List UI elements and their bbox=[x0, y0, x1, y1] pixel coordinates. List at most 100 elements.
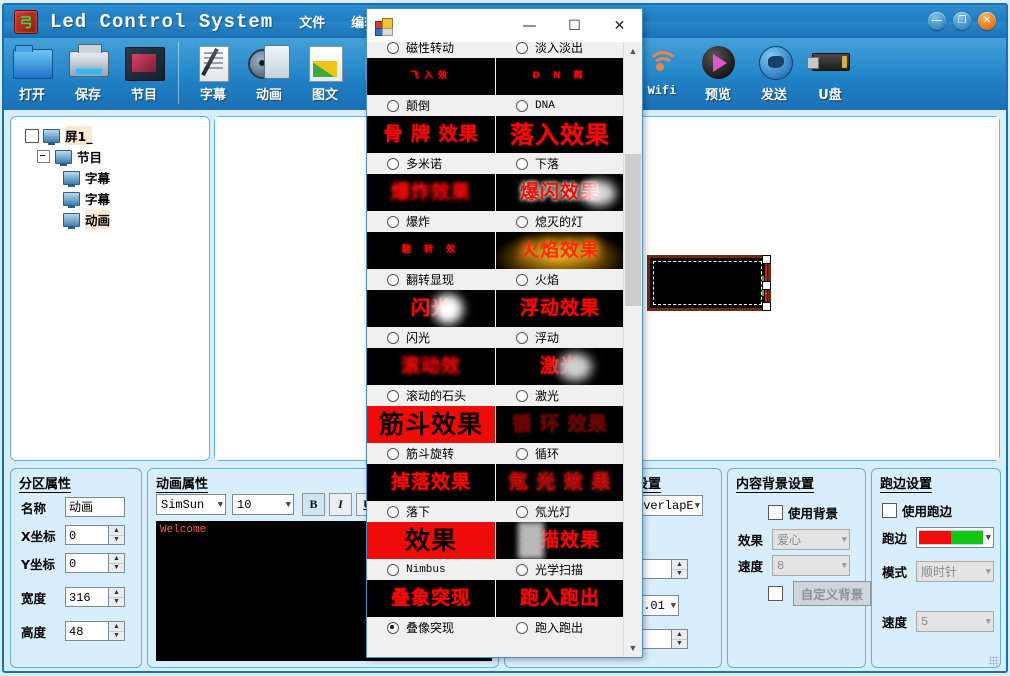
effect-thumbnail[interactable]: 骨 牌 效果 bbox=[367, 116, 495, 153]
effect-option[interactable]: 循 环 效果 循环 bbox=[496, 406, 624, 464]
tree-item-subtitle-2[interactable]: 字幕 bbox=[19, 188, 205, 209]
effect-radio-button[interactable] bbox=[387, 157, 399, 170]
zone-height-stepper[interactable]: 48 ▲ ▼ bbox=[65, 621, 125, 641]
effect-radio-button[interactable] bbox=[387, 621, 399, 634]
use-background-checkbox-row[interactable]: 使用背景 bbox=[768, 503, 838, 522]
effect-option[interactable]: 效果 Nimbus bbox=[367, 522, 495, 580]
effect-thumbnail[interactable]: 氖 光 效 果 bbox=[496, 464, 624, 501]
effect-radio-button[interactable] bbox=[516, 273, 528, 286]
resize-grip[interactable] bbox=[989, 656, 999, 666]
effect-option[interactable]: 爆闪效果 熄灭的灯 bbox=[496, 174, 624, 232]
effect-radio-row[interactable]: 多米诺 bbox=[367, 153, 495, 174]
effect-radio-row[interactable]: 浮动 bbox=[496, 327, 624, 348]
effect-thumbnail[interactable]: 翻 转 效 bbox=[367, 232, 495, 269]
tree-item-subtitle-1[interactable]: 字幕 bbox=[19, 167, 205, 188]
zone-width-input[interactable]: 316 bbox=[65, 587, 108, 607]
effect-radio-button[interactable] bbox=[516, 505, 528, 518]
zone-name-input[interactable]: 动画 bbox=[65, 497, 125, 517]
effect-option[interactable]: 骨 牌 效果 多米诺 bbox=[367, 116, 495, 174]
effect-radio-button[interactable] bbox=[516, 215, 528, 228]
effect-option[interactable]: 氖 光 效 果氖光灯 bbox=[496, 464, 624, 522]
effect-option[interactable]: 激光激光 bbox=[496, 348, 624, 406]
effect-thumbnail[interactable]: 滚动效 bbox=[367, 348, 495, 385]
effect-radio-row[interactable]: 下落 bbox=[496, 153, 624, 174]
dialog-minimize-button[interactable]: — bbox=[507, 10, 552, 42]
effect-radio-button[interactable] bbox=[516, 99, 528, 112]
close-button[interactable]: ✕ bbox=[978, 12, 996, 30]
resize-handle-br[interactable] bbox=[762, 302, 771, 311]
collapse-icon[interactable] bbox=[37, 150, 50, 163]
effect-option[interactable]: 叠象突现 叠像突现 bbox=[367, 580, 495, 638]
effect-list[interactable]: 磁性转动磁性转动淡入淡出淡入淡出飞入效颠倒D N 舞DNA骨 牌 效果多米诺落入… bbox=[367, 42, 626, 657]
minimize-button[interactable]: — bbox=[928, 12, 946, 30]
edge-style-select[interactable]: ▼ bbox=[916, 527, 994, 548]
zone-x-stepper[interactable]: 0 ▲ ▼ bbox=[65, 525, 125, 545]
resize-handle-tr[interactable] bbox=[762, 255, 771, 264]
effect-radio-row[interactable]: 翻转显现 bbox=[367, 269, 495, 290]
dialog-maximize-button[interactable]: ☐ bbox=[552, 10, 597, 42]
effect-radio-row[interactable]: 光学扫描 bbox=[496, 559, 624, 580]
effect-radio-button[interactable] bbox=[387, 42, 399, 54]
use-background-checkbox[interactable] bbox=[768, 505, 783, 520]
effect-count-spin-buttons[interactable]: ▲ ▼ bbox=[671, 629, 688, 649]
effect-radio-row[interactable]: 颠倒 bbox=[367, 95, 495, 116]
effect-radio-row[interactable]: Nimbus bbox=[367, 559, 495, 580]
zone-x-input[interactable]: 0 bbox=[65, 525, 108, 545]
effect-radio-row[interactable]: 激光 bbox=[496, 385, 624, 406]
effect-option[interactable]: 火焰效果 火焰 bbox=[496, 232, 624, 290]
resize-handle-r[interactable] bbox=[762, 281, 771, 290]
effect-radio-button[interactable] bbox=[516, 621, 528, 634]
bold-button[interactable]: B bbox=[302, 493, 325, 516]
use-edge-checkbox-row[interactable]: 使用跑边 bbox=[882, 501, 952, 520]
toolbar-button-picture-text[interactable]: 图文 bbox=[297, 38, 353, 108]
zone-y-stepper[interactable]: 0 ▲ ▼ bbox=[65, 553, 125, 573]
effect-option[interactable]: 闪光 闪光 bbox=[367, 290, 495, 348]
effect-radio-row[interactable]: 滚动的石头 bbox=[367, 385, 495, 406]
zone-width-stepper[interactable]: 316 ▲ ▼ bbox=[65, 587, 125, 607]
effect-option[interactable]: 飞入效 颠倒 bbox=[367, 58, 495, 116]
effect-radio-button[interactable] bbox=[516, 157, 528, 170]
effect-radio-button[interactable] bbox=[387, 447, 399, 460]
effect-option[interactable]: 淡入淡出淡入淡出 bbox=[496, 42, 624, 58]
effect-radio-row[interactable]: 循环 bbox=[496, 443, 624, 464]
toolbar-button-save[interactable]: 保存 bbox=[60, 38, 116, 108]
effect-option[interactable]: 翻 转 效翻转显现 bbox=[367, 232, 495, 290]
effect-option[interactable]: 爆炸效果 爆炸 bbox=[367, 174, 495, 232]
zone-height-input[interactable]: 48 bbox=[65, 621, 108, 641]
scroll-down-icon[interactable]: ▼ bbox=[624, 639, 642, 657]
effect-radio-button[interactable] bbox=[516, 389, 528, 402]
checkbox-icon[interactable] bbox=[25, 128, 39, 143]
tree-item-screen1[interactable]: 屏1_ bbox=[19, 125, 205, 146]
effect-thumbnail[interactable]: 爆闪效果 bbox=[496, 174, 624, 211]
effect-radio-button[interactable] bbox=[387, 273, 399, 286]
effect-thumbnail[interactable]: D N 舞 bbox=[496, 58, 624, 95]
effect-option[interactable]: D N 舞 DNA bbox=[496, 58, 624, 116]
effect-option[interactable]: 扫描效果 光学扫描 bbox=[496, 522, 624, 580]
tree-item-program[interactable]: 节目 bbox=[19, 146, 205, 167]
led-display-region[interactable] bbox=[647, 255, 771, 311]
effect-radio-row[interactable]: DNA bbox=[496, 95, 624, 116]
scrollbar-thumb[interactable] bbox=[625, 154, 641, 306]
menu-item-file[interactable]: 文件 bbox=[295, 10, 329, 33]
effect-radio-row[interactable]: 火焰 bbox=[496, 269, 624, 290]
effect-radio-button[interactable] bbox=[516, 42, 528, 54]
effect-radio-row[interactable]: 氖光灯 bbox=[496, 501, 624, 522]
effect-option[interactable]: 浮动效果 浮动 bbox=[496, 290, 624, 348]
effect-thumbnail[interactable]: 飞入效 bbox=[367, 58, 495, 95]
edge-speed-select[interactable]: 5 ▼ bbox=[916, 611, 994, 632]
effect-radio-row[interactable]: 落下 bbox=[367, 501, 495, 522]
effect-thumbnail[interactable]: 跑入跑出 bbox=[496, 580, 624, 617]
effect-thumbnail[interactable]: 浮动效果 bbox=[496, 290, 624, 327]
led-screen[interactable] bbox=[650, 255, 771, 311]
effect-radio-button[interactable] bbox=[387, 215, 399, 228]
scroll-up-icon[interactable]: ▲ bbox=[624, 42, 642, 60]
effect-option[interactable]: 跑入跑出 跑入跑出 bbox=[496, 580, 624, 638]
dialog-close-button[interactable]: ✕ bbox=[597, 10, 642, 42]
font-family-select[interactable]: SimSun ▼ bbox=[156, 494, 226, 515]
effect-thumbnail[interactable]: 效果 bbox=[367, 522, 495, 559]
effect-thumbnail[interactable]: 爆炸效果 bbox=[367, 174, 495, 211]
toolbar-button-subtitle[interactable]: 字幕 bbox=[185, 38, 241, 108]
effect-option[interactable]: 落入效果 下落 bbox=[496, 116, 624, 174]
effect-radio-button[interactable] bbox=[387, 389, 399, 402]
effect-radio-button[interactable] bbox=[516, 563, 528, 576]
